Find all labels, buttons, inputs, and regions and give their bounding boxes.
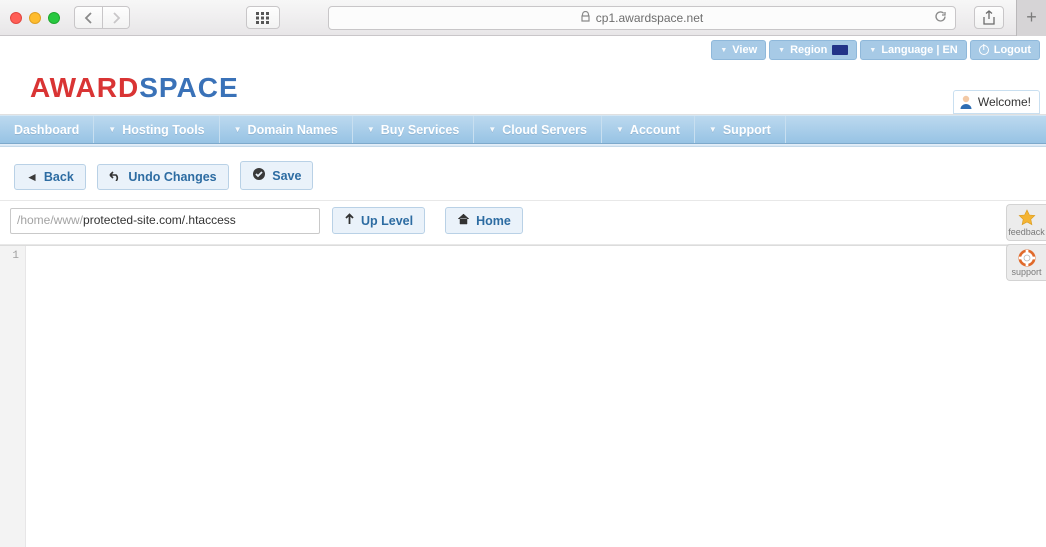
undo-label: Undo Changes xyxy=(128,170,216,184)
support-tab[interactable]: support xyxy=(1006,244,1046,281)
apps-button[interactable] xyxy=(246,6,280,29)
share-button[interactable] xyxy=(974,6,1004,29)
back-button[interactable]: ◄ Back xyxy=(14,164,86,190)
path-input-wrap: /home/www/protected-site.com/.htaccess xyxy=(10,208,320,234)
code-editor: 1 xyxy=(0,245,1046,547)
logout-button[interactable]: Logout xyxy=(970,40,1040,60)
chevron-down-icon: ▼ xyxy=(234,125,242,134)
zoom-window-icon[interactable] xyxy=(48,12,60,24)
chevron-down-icon: ▼ xyxy=(720,47,727,54)
nav-label: Buy Services xyxy=(381,123,460,137)
power-icon xyxy=(979,45,989,55)
check-circle-icon xyxy=(252,167,266,184)
home-icon xyxy=(457,213,470,228)
code-textarea[interactable] xyxy=(26,246,1046,547)
nav-buy-services[interactable]: ▼ Buy Services xyxy=(353,116,474,143)
browser-forward-button[interactable] xyxy=(102,6,130,29)
nav-domain-names[interactable]: ▼ Domain Names xyxy=(220,116,353,143)
view-menu[interactable]: ▼ View xyxy=(711,40,766,60)
welcome-badge[interactable]: Welcome! xyxy=(953,90,1040,114)
star-icon xyxy=(1017,209,1037,227)
feedback-tab[interactable]: feedback xyxy=(1006,204,1046,241)
language-menu[interactable]: ▼ Language | EN xyxy=(860,40,966,60)
nav-cloud-servers[interactable]: ▼ Cloud Servers xyxy=(474,116,602,143)
logout-label: Logout xyxy=(994,44,1031,56)
save-label: Save xyxy=(272,169,301,183)
undo-icon xyxy=(109,170,122,184)
language-label: Language | EN xyxy=(881,44,957,56)
browser-back-button[interactable] xyxy=(74,6,102,29)
nav-label: Hosting Tools xyxy=(122,123,204,137)
nav-label: Account xyxy=(630,123,680,137)
close-window-icon[interactable] xyxy=(10,12,22,24)
view-label: View xyxy=(732,44,757,56)
chevron-down-icon: ▼ xyxy=(488,125,496,134)
reload-icon[interactable] xyxy=(934,10,947,26)
header: ▼ View ▼ Region ▼ Language | EN Logout AWAR… xyxy=(0,36,1046,115)
nav-label: Cloud Servers xyxy=(502,123,587,137)
lock-icon xyxy=(581,11,590,25)
welcome-text: Welcome! xyxy=(978,95,1031,109)
save-button[interactable]: Save xyxy=(240,161,313,190)
chevron-down-icon: ▼ xyxy=(367,125,375,134)
page: ▼ View ▼ Region ▼ Language | EN Logout AWAR… xyxy=(0,36,1046,547)
line-number: 1 xyxy=(0,250,19,262)
nav-dashboard[interactable]: Dashboard xyxy=(0,116,94,143)
region-menu[interactable]: ▼ Region xyxy=(769,40,857,60)
chevron-down-icon: ▼ xyxy=(709,125,717,134)
avatar-icon xyxy=(958,94,974,110)
side-tabs: feedback support xyxy=(1006,204,1046,281)
nav-account[interactable]: ▼ Account xyxy=(602,116,695,143)
support-label: support xyxy=(1011,267,1041,277)
logo-part2: SPACE xyxy=(139,72,238,103)
nav-hosting-tools[interactable]: ▼ Hosting Tools xyxy=(94,116,219,143)
path-toolbar: /home/www/protected-site.com/.htaccess U… xyxy=(0,201,1046,245)
arrow-left-icon: ◄ xyxy=(26,170,38,184)
new-tab-button[interactable]: + xyxy=(1016,0,1046,36)
logo[interactable]: AWARDSPACE xyxy=(30,72,239,104)
nav-label: Support xyxy=(723,123,771,137)
logo-part1: AWARD xyxy=(30,72,139,103)
chevron-down-icon: ▼ xyxy=(616,125,624,134)
eu-flag-icon xyxy=(832,45,848,55)
path-input[interactable] xyxy=(10,208,320,234)
chevron-down-icon: ▼ xyxy=(869,47,876,54)
region-label: Region xyxy=(790,44,827,56)
back-label: Back xyxy=(44,170,74,184)
nav-back-forward xyxy=(74,6,130,29)
lifebuoy-icon xyxy=(1017,249,1037,267)
chevron-down-icon: ▼ xyxy=(778,47,785,54)
chevron-down-icon: ▼ xyxy=(108,125,116,134)
nav-label: Domain Names xyxy=(248,123,338,137)
browser-chrome: cp1.awardspace.net + xyxy=(0,0,1046,36)
line-gutter: 1 xyxy=(0,246,26,547)
nav-support[interactable]: ▼ Support xyxy=(695,116,786,143)
main-nav: Dashboard ▼ Hosting Tools ▼ Domain Names ▼… xyxy=(0,115,1046,144)
home-button[interactable]: Home xyxy=(445,207,523,234)
editor-toolbar: ◄ Back Undo Changes Save xyxy=(0,147,1046,201)
account-bar: ▼ View ▼ Region ▼ Language | EN Logout xyxy=(0,36,1046,60)
up-level-button[interactable]: Up Level xyxy=(332,207,425,234)
window-controls xyxy=(10,12,60,24)
nav-label: Dashboard xyxy=(14,123,79,137)
minimize-window-icon[interactable] xyxy=(29,12,41,24)
home-label: Home xyxy=(476,214,511,228)
arrow-up-icon xyxy=(344,213,355,228)
uplevel-label: Up Level xyxy=(361,214,413,228)
address-bar[interactable]: cp1.awardspace.net xyxy=(328,6,956,30)
feedback-label: feedback xyxy=(1008,227,1045,237)
url-text: cp1.awardspace.net xyxy=(596,11,703,25)
undo-button[interactable]: Undo Changes xyxy=(97,164,228,190)
